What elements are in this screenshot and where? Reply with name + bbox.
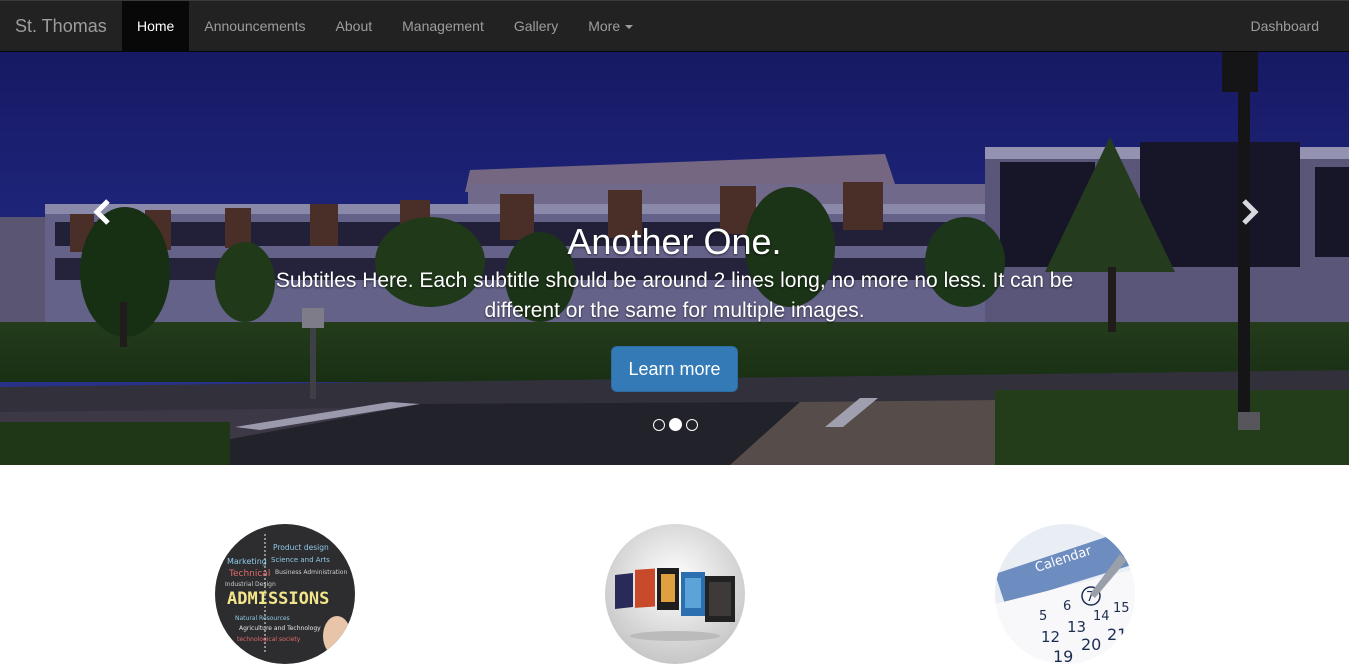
cal-day-20: 20 (1081, 635, 1101, 654)
cal-day-5: 5 (1039, 609, 1047, 624)
nav-link-management[interactable]: Management (387, 1, 499, 52)
carousel-caption: Another One. Subtitles Here. Each subtit… (270, 220, 1079, 392)
nav-link-about[interactable]: About (321, 1, 388, 52)
carousel-indicators (653, 418, 698, 431)
nav-more-label: More (588, 18, 621, 34)
cal-day-21: 21 (1107, 625, 1127, 644)
learn-more-button[interactable]: Learn more (611, 346, 738, 392)
nav-item-gallery: Gallery (499, 1, 573, 52)
cal-day-13: 13 (1067, 618, 1086, 636)
word-product-design: Product design (273, 543, 329, 552)
cal-day-15: 15 (1113, 601, 1130, 616)
word-technological-society: technological society (237, 636, 301, 643)
main-nav: Home Announcements About Management Gall… (122, 1, 648, 52)
chevron-left-icon (93, 199, 110, 225)
hero-carousel: Another One. Subtitles Here. Each subtit… (0, 52, 1349, 465)
carousel-indicator-1[interactable] (653, 418, 665, 431)
cal-day-6: 6 (1063, 599, 1071, 614)
navbar: St. Thomas Home Announcements About Mana… (0, 0, 1349, 52)
nav-link-gallery[interactable]: Gallery (499, 1, 573, 52)
calendar-image[interactable]: Calendar 5 6 7 14 15 12 13 20 21 19 (995, 524, 1135, 664)
cal-day-19: 19 (1053, 647, 1073, 664)
word-natural-resources: Natural Resources (235, 615, 290, 622)
word-marketing: Marketing (227, 557, 267, 566)
nav-link-announcements[interactable]: Announcements (189, 1, 320, 52)
nav-link-home[interactable]: Home (122, 1, 190, 52)
nav-item-home: Home (122, 1, 190, 52)
word-agriculture: Agriculture and Technology (239, 625, 321, 632)
nav-dropdown-more[interactable]: More (573, 1, 648, 52)
nav-item-about: About (321, 1, 388, 52)
word-industrial-design: Industrial Design (225, 581, 276, 588)
carousel-subtitle: Subtitles Here. Each subtitle should be … (275, 269, 1074, 322)
devices-graphic (605, 524, 745, 664)
admissions-chalkboard-graphic: Marketing Product design Technical Scien… (215, 524, 355, 664)
carousel-next-button[interactable] (1230, 192, 1270, 232)
carousel-prev-button[interactable] (82, 192, 122, 232)
carousel-indicator-2[interactable] (669, 418, 682, 431)
carousel-indicator-3[interactable] (686, 418, 698, 431)
gallery-devices-image[interactable] (605, 524, 745, 664)
cal-day-14: 14 (1093, 609, 1110, 624)
word-science-arts: Science and Arts (271, 556, 330, 564)
brand-link[interactable]: St. Thomas (15, 16, 107, 36)
cal-day-12: 12 (1041, 628, 1060, 646)
admissions-word: ADMISSIONS (227, 589, 329, 609)
nav-right: Dashboard (1236, 1, 1335, 52)
chevron-right-icon (1242, 199, 1259, 225)
nav-item-more: More (573, 1, 648, 52)
admissions-image[interactable]: Marketing Product design Technical Scien… (215, 524, 355, 664)
word-business: Business Administration (275, 569, 347, 576)
caret-down-icon (625, 25, 634, 30)
nav-item-announcements: Announcements (189, 1, 320, 52)
carousel-title: Another One. (567, 221, 782, 262)
nav-item-management: Management (387, 1, 499, 52)
calendar-graphic: Calendar 5 6 7 14 15 12 13 20 21 19 (995, 524, 1135, 664)
nav-link-dashboard[interactable]: Dashboard (1236, 1, 1335, 52)
word-technical: Technical (228, 569, 270, 579)
